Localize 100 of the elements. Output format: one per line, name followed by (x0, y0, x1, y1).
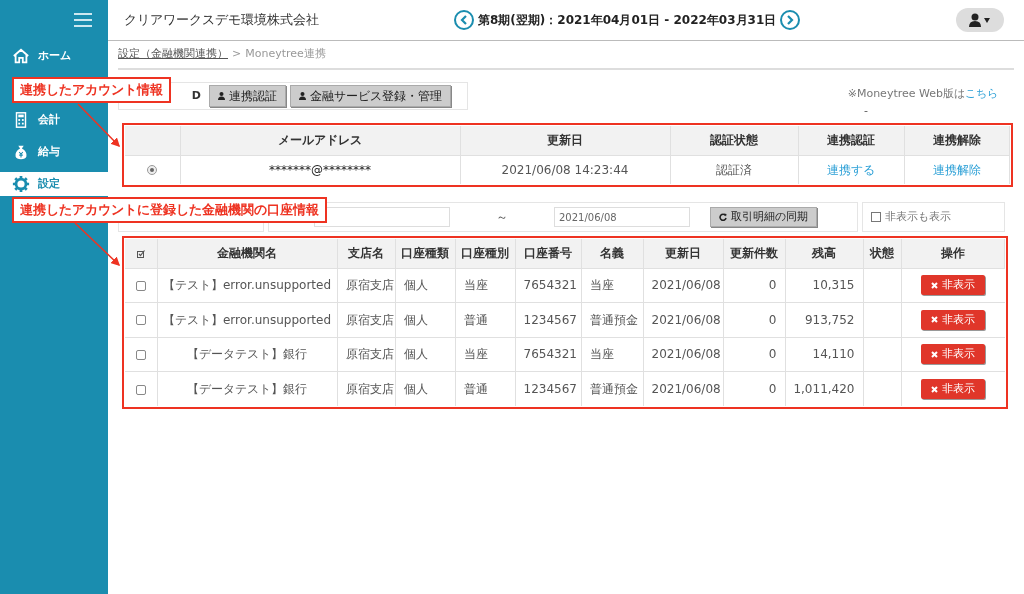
column-header: 名義 (581, 239, 643, 268)
previous-period-button[interactable] (454, 10, 474, 30)
row-checkbox[interactable] (135, 280, 146, 291)
table-cell: 0 (768, 347, 777, 362)
table-cell: 普通預金 (589, 312, 638, 327)
close-icon (931, 316, 938, 324)
callout-label: 連携したアカウントに登録した金融機関の口座情報 (12, 197, 327, 223)
table-cell: 個人 (403, 278, 428, 293)
table-cell: 当座 (463, 347, 488, 362)
home-icon (12, 47, 30, 65)
callout-arrow (74, 222, 121, 267)
table-cell: 0 (768, 278, 777, 293)
table-cell: 個人 (403, 312, 428, 327)
table-cell: 0 (768, 312, 777, 327)
column-header: 更新件数 (723, 239, 785, 268)
row-checkbox[interactable] (135, 349, 146, 360)
table-cell: 【データテスト】銀行 (187, 382, 307, 396)
breadcrumb-link[interactable]: 設定（金融機関連携） (118, 46, 228, 63)
callout-label: 連携したアカウント情報 (12, 77, 171, 103)
table-cell: 2021/06/08 (651, 312, 721, 327)
user-caret-icon (968, 13, 992, 27)
table-cell: 認証済 (716, 162, 752, 177)
table-cell: 1,011,420 (793, 382, 855, 396)
toolbar-label: D (191, 87, 201, 104)
table-cell: 個人 (403, 347, 428, 362)
callout-arrow (77, 103, 121, 148)
row-checkbox[interactable] (135, 384, 146, 395)
user-icon (299, 92, 306, 100)
next-period-button[interactable] (780, 10, 801, 30)
sidebar-item[interactable]: 給与 (0, 140, 108, 164)
table-cell: 当座 (463, 278, 488, 293)
web-version-note: ※Moneytree Web版は (847, 87, 965, 100)
chevron-left-icon (460, 15, 468, 25)
refresh-icon (719, 213, 727, 221)
table-cell: 10,315 (812, 278, 855, 293)
dash-text: - (864, 102, 868, 119)
table-cell: 普通預金 (589, 382, 638, 396)
column-header: 更新日 (643, 239, 723, 268)
sidebar-item[interactable]: 設定 (0, 172, 108, 196)
table-cell: 個人 (403, 382, 428, 396)
table-cell: 2021/06/08 (651, 347, 721, 362)
checkbox-icon[interactable] (136, 249, 145, 258)
column-header: 口座番号 (515, 239, 581, 268)
table-cell: 2021/06/08 (651, 278, 721, 293)
chevron-right-icon (786, 15, 795, 25)
sidebar-item[interactable]: ホーム (0, 44, 108, 68)
table-cell: 1234567 (523, 382, 577, 396)
toolbar-button[interactable]: 連携認証 (209, 85, 286, 107)
to-date-field[interactable]: 2021/06/08 (554, 207, 690, 227)
sidebar-item[interactable]: 会計 (0, 108, 108, 132)
table-cell: 14,110 (812, 347, 855, 362)
table-cell: 【テスト】error.unsupported (162, 312, 331, 327)
row-checkbox[interactable] (135, 315, 146, 326)
tilde-text: ～ (496, 209, 508, 226)
table-cell: 当座 (589, 347, 614, 362)
table-cell: *******@******** (269, 162, 371, 177)
hide-button[interactable]: 非表示 (921, 344, 985, 365)
column-header: 残高 (785, 239, 863, 268)
row-radio[interactable] (147, 165, 158, 176)
table-cell: 7654321 (523, 278, 577, 293)
table-cell: 1234567 (523, 312, 577, 327)
user-icon (218, 92, 225, 100)
table-cell: 普通 (463, 382, 488, 396)
breadcrumb-current: Moneytree連携 (245, 46, 326, 63)
table-cell: 0 (768, 382, 777, 396)
column-header: 金融機関名 (157, 239, 337, 268)
connect-link[interactable]: 連携する (827, 162, 875, 177)
show-hidden-label: 非表示も表示 (885, 208, 951, 225)
menu-icon[interactable] (74, 13, 92, 27)
column-header: 操作 (901, 239, 1005, 268)
sync-button[interactable]: 取引明細の同期 (710, 207, 817, 227)
disconnect-link[interactable]: 連携解除 (932, 162, 981, 177)
table-cell: 原宿支店 (345, 382, 394, 396)
table-cell: 原宿支店 (345, 278, 394, 293)
table-cell: 2021/06/08 (651, 382, 721, 396)
company-name: クリアワークスデモ環境株式会社 (124, 11, 320, 30)
close-icon (931, 281, 938, 289)
settings-icon (12, 175, 30, 193)
column-header: 連携解除 (904, 126, 1010, 155)
column-header: 状態 (863, 239, 901, 268)
close-icon (931, 350, 938, 358)
hide-button[interactable]: 非表示 (921, 379, 985, 399)
table-cell: 原宿支店 (345, 312, 394, 327)
column-header: 口座種類 (395, 239, 455, 268)
table-cell: 【データテスト】銀行 (187, 347, 307, 362)
hide-button[interactable]: 非表示 (921, 309, 985, 330)
user-menu-button[interactable] (956, 8, 1004, 32)
period-label: 第8期(翌期)：2021年04月01日 - 2022年03月31日 (478, 12, 777, 29)
table-cell: 【テスト】error.unsupported (162, 278, 331, 293)
table-cell: 913,752 (804, 312, 855, 327)
table-cell: 原宿支店 (345, 347, 394, 362)
web-version-link[interactable]: こちら (965, 87, 998, 100)
show-hidden-checkbox[interactable] (871, 212, 881, 222)
toolbar-button[interactable]: 金融サービス登録・管理 (290, 85, 451, 107)
breadcrumb-separator: > (232, 46, 242, 63)
hide-button[interactable]: 非表示 (921, 275, 985, 296)
column-header: 更新日 (460, 126, 670, 155)
table-cell: 2021/06/08 14:23:44 (501, 162, 629, 177)
column-header: 支店名 (337, 239, 395, 268)
column-header: 連携認証 (798, 126, 904, 155)
